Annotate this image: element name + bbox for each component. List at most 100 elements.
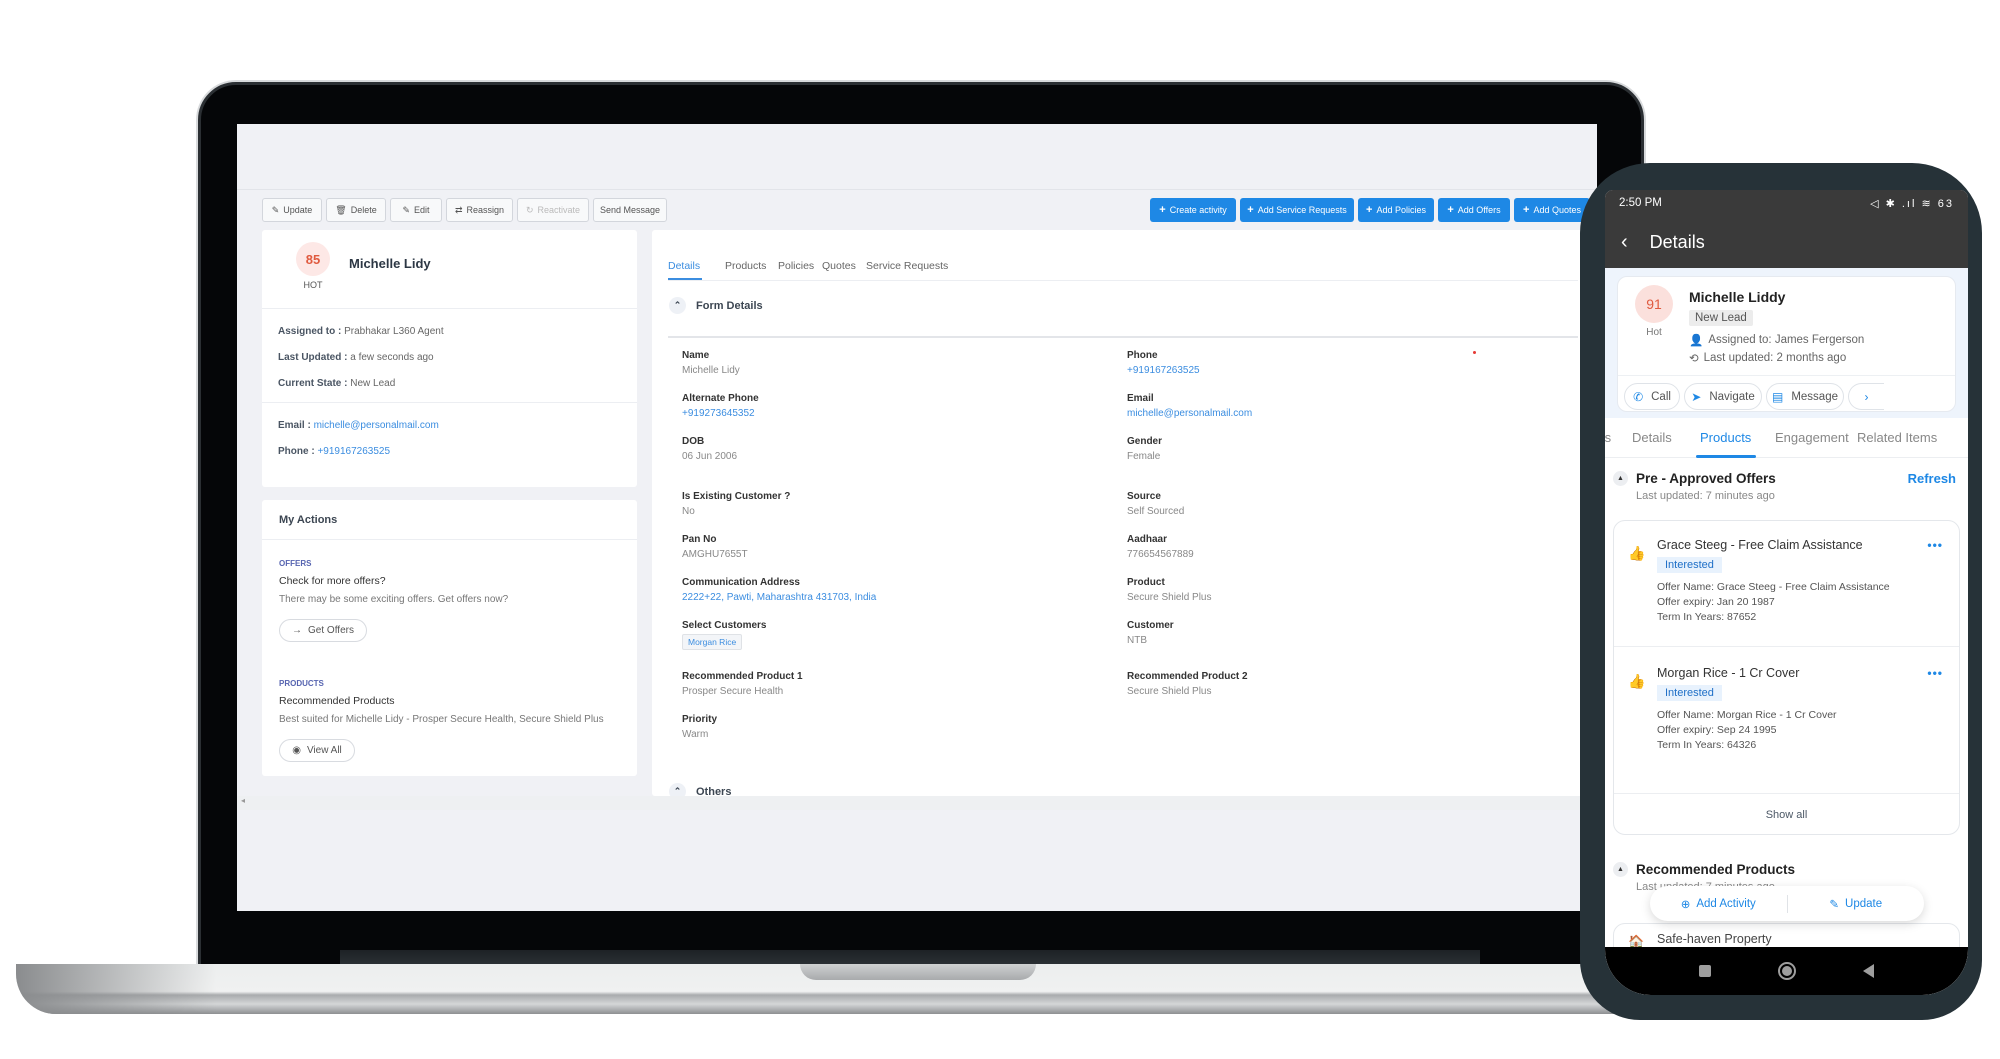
field-aadhaar: Aadhaar 776654567889 (1127, 534, 1194, 560)
more-options-icon[interactable]: ••• (1927, 538, 1943, 552)
update-button[interactable]: ✎ Update (1788, 897, 1925, 911)
phone-link[interactable]: +919167263525 (317, 446, 390, 457)
edit-button[interactable]: ✎ Edit (390, 198, 442, 222)
navigate-button[interactable]: ➤ Navigate (1684, 383, 1762, 410)
back-arrow-icon[interactable]: ‹ (1621, 231, 1628, 254)
tab-policies[interactable]: Policies (778, 260, 814, 272)
tab-related-items[interactable]: Related Items (1857, 430, 1937, 445)
products-title: Recommended Products (279, 695, 395, 707)
offer-item[interactable]: 👍 Grace Steeg - Free Claim Assistance ••… (1614, 538, 1959, 633)
recents-icon[interactable] (1698, 965, 1711, 977)
add-policies-button[interactable]: + Add Policies (1358, 198, 1434, 222)
back-icon[interactable] (1863, 964, 1875, 978)
plus-icon: + (1159, 204, 1166, 216)
more-options-icon[interactable]: ••• (1927, 666, 1943, 680)
divider (262, 539, 637, 540)
tab-details[interactable]: Details (668, 260, 700, 272)
active-tab-indicator (668, 278, 702, 280)
field-recommended-product-2: Recommended Product 2 Secure Shield Plus (1127, 671, 1248, 697)
tab-service-requests[interactable]: Service Requests (866, 260, 948, 272)
navigation-icon: ➤ (1691, 389, 1702, 404)
tab-engagement[interactable]: Engagement (1775, 430, 1849, 445)
chevron-up-icon[interactable]: ⌃ (669, 297, 686, 314)
phone-screen: 2:50 PM ◁ ✱ .ıl ≋ 63 ‹ Details 91 Hot Mi… (1605, 190, 1968, 995)
form-details-header[interactable]: ⌃ Form Details (669, 297, 763, 314)
pre-approved-offers-header[interactable]: ▲ Pre - Approved Offers (1613, 471, 1776, 486)
interest-badge: Interested (1657, 685, 1722, 701)
app-header: ‹ Details (1605, 216, 1968, 268)
offer-item[interactable]: 👍 Morgan Rice - 1 Cr Cover ••• Intereste… (1614, 666, 1959, 761)
field-dob: DOB 06 Jun 2006 (682, 436, 738, 462)
add-activity-button[interactable]: ⊕ Add Activity (1650, 897, 1787, 911)
create-activity-button[interactable]: + Create activity (1150, 198, 1236, 222)
collapse-icon[interactable]: ▲ (1613, 471, 1628, 486)
tab-previous[interactable]: ts (1605, 430, 1611, 445)
offers-list: 👍 Grace Steeg - Free Claim Assistance ••… (1613, 520, 1960, 835)
call-button[interactable]: ✆ Call (1624, 383, 1680, 410)
app-top-bar (237, 124, 1597, 190)
divider (1614, 646, 1959, 647)
scroll-left-icon[interactable]: ◂ (241, 796, 245, 805)
send-message-button[interactable]: Send Message (593, 198, 667, 222)
home-icon[interactable] (1777, 962, 1796, 980)
my-actions-card: My Actions OFFERS Check for more offers?… (262, 500, 637, 776)
tab-details[interactable]: Details (1632, 430, 1672, 445)
add-quotes-button[interactable]: + Add Quotes (1514, 198, 1590, 222)
lead-temperature: HOT (303, 280, 323, 290)
update-button[interactable]: ✎ Update (262, 198, 322, 222)
lead-card-wrapper: 91 Hot Michelle Liddy New Lead 👤 Assigne… (1605, 268, 1968, 418)
refresh-icon: ↻ (525, 204, 534, 215)
message-button[interactable]: ▤ Message (1766, 383, 1844, 410)
assigned-to: Assigned to : Prabhakar L360 Agent (278, 326, 444, 337)
section-divider (668, 336, 1578, 338)
laptop-notch (800, 964, 1036, 980)
more-actions-button[interactable]: › (1848, 383, 1884, 410)
lead-score: 91 (1635, 285, 1673, 323)
add-offers-button[interactable]: + Add Offers (1438, 198, 1510, 222)
plus-icon: + (1523, 204, 1530, 216)
pencil-icon: ✎ (271, 204, 280, 215)
products-description: Best suited for Michelle Lidy - Prosper … (279, 714, 604, 725)
lead-temperature: Hot (1646, 327, 1662, 338)
last-updated: Last Updated : a few seconds ago (278, 352, 434, 363)
last-updated: ⟲ Last updated: 2 months ago (1689, 352, 1847, 365)
email-link[interactable]: michelle@personalmail.com (314, 420, 439, 431)
recommended-products-header[interactable]: ▲ Recommended Products (1613, 862, 1795, 877)
reactivate-button[interactable]: ↻ Reactivate (517, 198, 589, 222)
add-service-requests-button[interactable]: + Add Service Requests (1240, 198, 1354, 222)
field-existing-customer: Is Existing Customer ? No (682, 491, 791, 517)
tab-products[interactable]: Products (725, 260, 766, 272)
collapse-icon[interactable]: ▲ (1613, 862, 1628, 877)
delete-button[interactable]: 🗑 Delete (326, 198, 386, 222)
phone-content: 91 Hot Michelle Liddy New Lead 👤 Assigne… (1605, 268, 1968, 995)
field-select-customers: Select Customers Morgan Rice (682, 620, 766, 650)
tabs-divider (668, 280, 1578, 281)
reassign-button[interactable]: ⇄ Reassign (446, 198, 513, 222)
view-all-button[interactable]: ◉ View All (279, 739, 355, 762)
offers-caption: OFFERS (279, 559, 312, 568)
field-source: Source Self Sourced (1127, 491, 1185, 517)
android-nav-bar (1605, 947, 1968, 995)
chevron-right-icon: › (1864, 389, 1869, 404)
field-alternate-phone: Alternate Phone +919273645352 (682, 393, 759, 419)
horizontal-scrollbar[interactable]: ◂ (237, 796, 1597, 810)
my-actions-title: My Actions (279, 514, 338, 526)
plus-icon: + (1366, 204, 1373, 216)
field-address: Communication Address 2222+22, Pawti, Ma… (682, 577, 877, 603)
field-customer: Customer NTB (1127, 620, 1174, 646)
refresh-button[interactable]: Refresh (1908, 471, 1956, 486)
status-bar: 2:50 PM ◁ ✱ .ıl ≋ 63 (1605, 190, 1968, 216)
lead-summary-card: 85 HOT Michelle Lidy Assigned to : Prabh… (262, 230, 637, 487)
pencil-icon: ✎ (402, 204, 411, 215)
show-all-button[interactable]: Show all (1614, 809, 1959, 821)
customer-chip[interactable]: Morgan Rice (682, 634, 743, 650)
get-offers-button[interactable]: → Get Offers (279, 619, 367, 642)
field-recommended-product-1: Recommended Product 1 Prosper Secure Hea… (682, 671, 803, 697)
tab-quotes[interactable]: Quotes (822, 260, 856, 272)
offers-last-updated: Last updated: 7 minutes ago (1636, 490, 1775, 502)
details-panel: Details Products Policies Quotes Service… (652, 230, 1597, 800)
thumbs-up-icon: 👍 (1628, 545, 1646, 561)
phone-icon: ✆ (1633, 389, 1644, 404)
tab-products[interactable]: Products (1700, 430, 1751, 445)
message-icon: ▤ (1771, 389, 1784, 404)
